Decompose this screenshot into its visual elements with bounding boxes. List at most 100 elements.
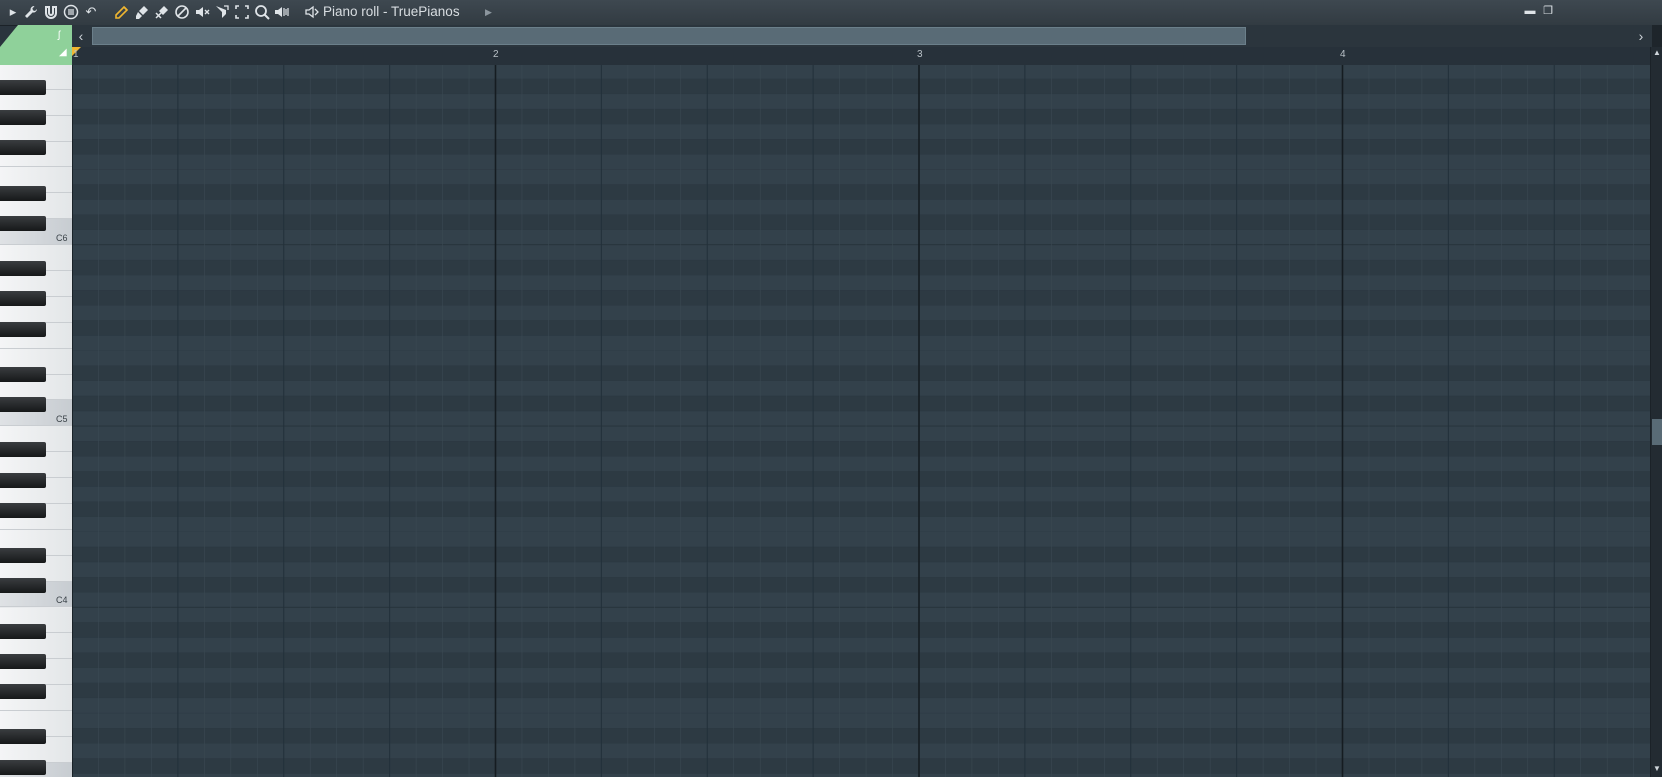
black-key[interactable] bbox=[0, 291, 46, 307]
note-row bbox=[72, 139, 1650, 155]
note-row bbox=[72, 365, 1650, 381]
black-key[interactable] bbox=[0, 140, 46, 156]
bar-label: 4 bbox=[1340, 49, 1346, 60]
note-row bbox=[72, 124, 1650, 140]
pencil-draw-icon[interactable] bbox=[114, 4, 130, 20]
note-row bbox=[72, 441, 1650, 457]
note-row bbox=[72, 728, 1650, 744]
octave-label: C4 bbox=[56, 595, 68, 606]
note-row bbox=[72, 532, 1650, 548]
black-key[interactable] bbox=[0, 653, 46, 669]
speaker-mute-icon[interactable] bbox=[194, 4, 210, 20]
black-key[interactable] bbox=[0, 472, 46, 488]
minimize-icon[interactable]: ▬ bbox=[1523, 4, 1537, 18]
black-key[interactable] bbox=[0, 321, 46, 337]
black-key[interactable] bbox=[0, 729, 46, 745]
note-row bbox=[72, 698, 1650, 714]
note-row bbox=[72, 230, 1650, 246]
paint-brush-icon[interactable] bbox=[134, 4, 150, 20]
bar-label: 3 bbox=[917, 49, 923, 60]
black-key[interactable] bbox=[0, 366, 46, 382]
grid-canvas bbox=[72, 65, 1650, 777]
note-row bbox=[72, 396, 1650, 412]
black-key[interactable] bbox=[0, 261, 46, 277]
magnet-snap-icon[interactable] bbox=[43, 4, 59, 20]
note-row bbox=[72, 592, 1650, 608]
undo-icon[interactable]: ↶ bbox=[83, 4, 99, 20]
tab-arrow-icon: ◢ bbox=[59, 47, 67, 58]
black-key[interactable] bbox=[0, 684, 46, 699]
black-key[interactable] bbox=[0, 548, 46, 564]
note-row bbox=[72, 607, 1650, 623]
black-key[interactable] bbox=[0, 215, 46, 231]
vertical-scrollbar[interactable]: ▲ ▼ bbox=[1650, 47, 1662, 777]
scroll-right-icon[interactable]: › bbox=[1632, 25, 1650, 47]
note-row bbox=[72, 471, 1650, 487]
preview-speaker-icon[interactable] bbox=[304, 4, 320, 20]
note-row bbox=[72, 214, 1650, 230]
black-key[interactable] bbox=[0, 80, 46, 95]
note-row bbox=[72, 199, 1650, 215]
note-row bbox=[72, 184, 1650, 200]
note-row bbox=[72, 562, 1650, 578]
delete-brush-icon[interactable] bbox=[154, 4, 170, 20]
scroll-left-icon[interactable]: ‹ bbox=[72, 25, 90, 47]
note-row bbox=[72, 245, 1650, 261]
list-icon[interactable] bbox=[63, 4, 79, 20]
title-menu-arrow-icon[interactable]: ▶ bbox=[485, 4, 492, 20]
black-key[interactable] bbox=[0, 623, 46, 639]
window-title[interactable]: Piano roll - TruePianos bbox=[323, 4, 460, 20]
note-row bbox=[72, 154, 1650, 170]
note-row bbox=[72, 260, 1650, 276]
note-row bbox=[72, 486, 1650, 502]
black-key[interactable] bbox=[0, 110, 46, 126]
note-row bbox=[72, 758, 1650, 774]
black-key[interactable] bbox=[0, 397, 46, 413]
wrench-icon[interactable] bbox=[23, 4, 39, 20]
note-row bbox=[72, 667, 1650, 683]
black-key[interactable] bbox=[0, 578, 46, 594]
vertical-scroll-thumb[interactable] bbox=[1652, 419, 1662, 445]
scroll-down-icon[interactable]: ▼ bbox=[1651, 763, 1662, 775]
octave-label: C6 bbox=[56, 233, 68, 243]
playback-speaker-icon[interactable] bbox=[274, 4, 290, 20]
note-grid[interactable] bbox=[72, 65, 1650, 777]
piano-keyboard[interactable]: C6 C5 C4 bbox=[0, 65, 73, 777]
note-row bbox=[72, 79, 1650, 95]
restore-icon[interactable]: ❐ bbox=[1541, 4, 1555, 18]
note-row bbox=[72, 109, 1650, 125]
note-row bbox=[72, 94, 1650, 110]
mute-slash-icon[interactable] bbox=[174, 4, 190, 20]
scroll-up-icon[interactable]: ▲ bbox=[1651, 47, 1662, 59]
note-row bbox=[72, 516, 1650, 532]
note-row bbox=[72, 426, 1650, 442]
zoom-icon[interactable] bbox=[254, 4, 270, 20]
tab-curve-icon: ʃ bbox=[58, 30, 61, 41]
black-key[interactable] bbox=[0, 185, 46, 201]
note-row bbox=[72, 683, 1650, 699]
note-row bbox=[72, 501, 1650, 517]
horizontal-scrollbar[interactable]: ‹ › bbox=[72, 25, 1662, 47]
piano-roll-tab[interactable]: ʃ ◢ bbox=[0, 25, 72, 65]
note-row bbox=[72, 743, 1650, 759]
bar-label: 1 bbox=[73, 49, 79, 60]
timeline-ruler[interactable]: 1 2 3 4 bbox=[72, 47, 1662, 66]
note-row bbox=[72, 456, 1650, 472]
black-key[interactable] bbox=[0, 759, 46, 775]
note-row bbox=[72, 290, 1650, 306]
slice-icon[interactable] bbox=[214, 4, 230, 20]
black-key[interactable] bbox=[0, 442, 46, 458]
octave-label: C5 bbox=[56, 414, 68, 425]
select-icon[interactable] bbox=[234, 4, 250, 20]
note-row bbox=[72, 637, 1650, 653]
note-row bbox=[72, 547, 1650, 563]
scrollbar-edge bbox=[1652, 25, 1662, 47]
note-row bbox=[72, 275, 1650, 291]
black-key[interactable] bbox=[0, 502, 46, 518]
horizontal-scroll-thumb[interactable] bbox=[92, 27, 1246, 45]
note-row bbox=[72, 411, 1650, 427]
menu-arrow-icon[interactable]: ▸ bbox=[5, 4, 21, 20]
note-row bbox=[72, 305, 1650, 321]
piano-roll-toolbar: ▸ ↶ Piano roll - TruePianos ▶ ▬ ❐ bbox=[0, 0, 1662, 26]
note-row bbox=[72, 350, 1650, 366]
